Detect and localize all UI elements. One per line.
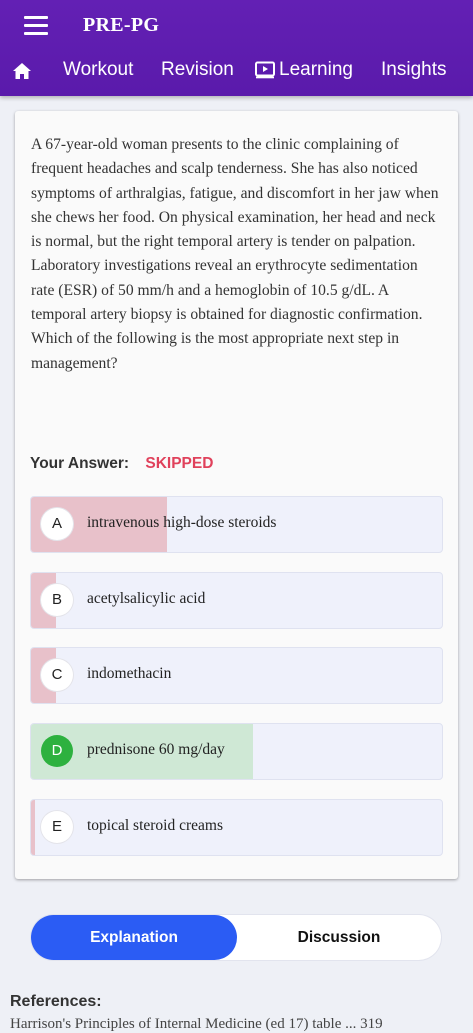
question-card: A 67-year-old woman presents to the clin…	[15, 111, 458, 879]
nav-learning[interactable]: Learning	[255, 59, 353, 81]
nav-revision[interactable]: Revision	[161, 59, 234, 81]
option-letter: D	[41, 735, 73, 767]
option-letter: C	[41, 659, 73, 691]
explanation-discussion-toggle: Explanation Discussion	[31, 915, 441, 960]
option-text: intravenous high-dose steroids	[87, 514, 277, 531]
nav-insights[interactable]: Insights	[381, 59, 446, 81]
option-text: indomethacin	[87, 665, 172, 682]
play-screen-icon	[255, 61, 275, 79]
option-d[interactable]: Dprednisone 60 mg/day	[30, 723, 443, 780]
option-text: topical steroid creams	[87, 817, 224, 834]
your-answer-row: Your Answer: SKIPPED	[30, 455, 213, 473]
option-letter: E	[41, 811, 73, 843]
option-response-bar	[31, 800, 36, 855]
hamburger-menu-icon[interactable]	[24, 16, 48, 36]
option-e[interactable]: Etopical steroid creams	[30, 799, 443, 856]
option-letter: A	[41, 508, 73, 540]
app-title: PRE-PG	[83, 14, 160, 36]
tab-explanation[interactable]: Explanation	[31, 915, 237, 960]
option-text: prednisone 60 mg/day	[87, 741, 225, 758]
question-text: A 67-year-old woman presents to the clin…	[31, 136, 439, 372]
option-b[interactable]: Bacetylsalicylic acid	[30, 572, 443, 629]
home-icon[interactable]	[12, 62, 32, 80]
nav-learning-label: Learning	[279, 59, 353, 80]
app-bar: PRE-PG Workout Revision Learning Insight…	[0, 0, 473, 96]
references-text: Harrison's Principles of Internal Medici…	[10, 1016, 383, 1032]
tab-discussion[interactable]: Discussion	[237, 915, 441, 960]
your-answer-value: SKIPPED	[145, 455, 214, 472]
nav-workout[interactable]: Workout	[63, 59, 133, 81]
option-text: acetylsalicylic acid	[87, 590, 206, 607]
option-letter: B	[41, 584, 73, 616]
references-title: References:	[10, 993, 102, 1010]
option-c[interactable]: Cindomethacin	[30, 647, 443, 704]
option-a[interactable]: Aintravenous high-dose steroids	[30, 496, 443, 553]
your-answer-label: Your Answer:	[30, 455, 130, 472]
